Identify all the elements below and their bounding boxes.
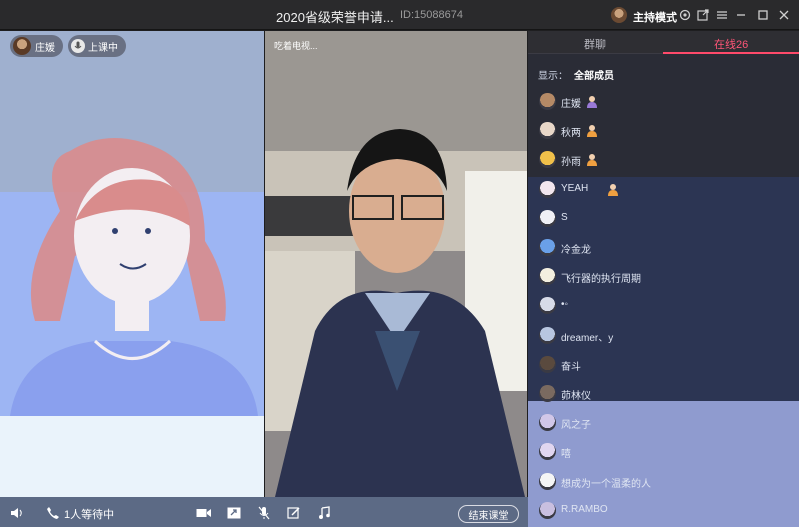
teacher-video-panel[interactable]: 庄媛 上课中 bbox=[0, 31, 264, 497]
close-icon[interactable] bbox=[776, 7, 792, 23]
avatar bbox=[539, 180, 556, 198]
avatar bbox=[539, 122, 556, 140]
member-name: 嘻 bbox=[561, 449, 571, 461]
active-tab-indicator bbox=[663, 52, 799, 54]
member-row[interactable]: dreamer、y bbox=[528, 321, 799, 350]
member-row[interactable]: 飞行器的执行周期 bbox=[528, 262, 799, 291]
member-name: 茆林仪 bbox=[561, 391, 591, 402]
avatar bbox=[539, 501, 556, 519]
member-row[interactable]: 秋两 bbox=[528, 116, 799, 145]
member-name: YEAH bbox=[561, 182, 589, 194]
student-video-panel[interactable]: 吃着电视... bbox=[265, 31, 527, 497]
member-row[interactable]: 风之子 bbox=[528, 408, 799, 437]
avatar bbox=[539, 414, 556, 432]
student-role-icon bbox=[586, 124, 598, 138]
settings-icon[interactable] bbox=[677, 7, 693, 23]
member-name: 风之子 bbox=[561, 420, 591, 432]
screen-share-icon[interactable] bbox=[226, 505, 242, 521]
end-class-button[interactable]: 结束课堂 bbox=[458, 505, 519, 523]
whiteboard-icon[interactable] bbox=[286, 505, 302, 521]
member-sidebar: 群聊 在线26 显示： 全部成员 庄媛秋两孙雨 YEAH S 冷金龙飞行器的执行周期 •◦… bbox=[528, 31, 799, 527]
member-row[interactable]: 庄媛 bbox=[528, 87, 799, 116]
minimize-icon[interactable] bbox=[733, 7, 749, 23]
member-row[interactable]: 冷金龙 bbox=[528, 233, 799, 262]
maximize-icon[interactable] bbox=[755, 7, 771, 23]
class-status-badge: 上课中 bbox=[68, 35, 126, 57]
window-title: 2020省级荣誉申请... bbox=[276, 10, 394, 25]
member-row[interactable]: •◦ bbox=[528, 291, 799, 320]
title-bar: 2020省级荣誉申请... ID:15088674 主持模式 bbox=[0, 0, 799, 30]
mic-icon bbox=[71, 39, 85, 53]
camera-icon[interactable] bbox=[196, 505, 212, 521]
member-row[interactable]: 想成为一个温柔的人 bbox=[528, 467, 799, 496]
member-row[interactable]: S bbox=[528, 204, 799, 233]
tab-online[interactable]: 在线26 bbox=[714, 36, 748, 52]
sidebar-tabs: 群聊 在线26 bbox=[528, 31, 799, 54]
member-row[interactable]: R.RAMBO bbox=[528, 496, 799, 525]
student-role-icon bbox=[607, 183, 619, 196]
member-filter[interactable]: 显示： 全部成员 bbox=[538, 67, 614, 82]
avatar bbox=[539, 385, 556, 402]
host-mode-button[interactable]: 主持模式 bbox=[633, 9, 677, 25]
music-icon[interactable] bbox=[316, 505, 332, 521]
avatar bbox=[539, 151, 556, 169]
volume-icon[interactable] bbox=[9, 505, 25, 521]
member-name: dreamer、y bbox=[561, 332, 614, 344]
avatar bbox=[539, 355, 556, 373]
avatar bbox=[539, 297, 556, 315]
member-name: •◦ bbox=[561, 299, 569, 311]
host-avatar bbox=[611, 7, 627, 23]
avatar bbox=[539, 93, 556, 110]
class-status-label: 上课中 bbox=[88, 42, 118, 54]
member-row[interactable]: 奋斗 bbox=[528, 350, 799, 379]
filter-value: 全部成员 bbox=[574, 71, 614, 82]
member-name: 秋两 bbox=[561, 128, 581, 140]
member-name: R.RAMBO bbox=[561, 503, 608, 515]
room-id: ID:15088674 bbox=[400, 9, 463, 21]
share-icon[interactable] bbox=[695, 7, 711, 23]
avatar bbox=[13, 37, 31, 55]
member-name: 孙雨 bbox=[561, 157, 581, 169]
tab-group-chat[interactable]: 群聊 bbox=[584, 36, 606, 52]
avatar bbox=[539, 239, 556, 256]
student-video-label: 吃着电视... bbox=[274, 41, 318, 51]
menu-icon[interactable] bbox=[714, 7, 730, 23]
member-name: 奋斗 bbox=[561, 361, 581, 373]
phone-icon[interactable] bbox=[45, 505, 61, 521]
member-row[interactable]: YEAH bbox=[528, 175, 799, 204]
teacher-name-badge: 庄媛 bbox=[10, 35, 63, 57]
classroom-window: 2020省级荣誉申请... ID:15088674 主持模式 庄媛 上课中 吃着… bbox=[0, 0, 799, 527]
member-row[interactable]: 嘻 bbox=[528, 437, 799, 466]
avatar bbox=[539, 443, 556, 461]
avatar bbox=[539, 268, 556, 286]
member-name: 飞行器的执行周期 bbox=[561, 274, 641, 286]
waiting-count[interactable]: 1人等待中 bbox=[64, 506, 114, 522]
member-name: 庄媛 bbox=[561, 99, 581, 110]
member-row[interactable]: 孙雨 bbox=[528, 145, 799, 174]
teacher-role-icon bbox=[586, 95, 598, 108]
student-role-icon bbox=[586, 153, 598, 167]
member-name: S bbox=[561, 211, 568, 223]
teacher-avatar-illustration bbox=[10, 137, 258, 416]
member-row[interactable]: 茆林仪 bbox=[528, 379, 799, 408]
avatar bbox=[539, 326, 556, 344]
student-video-feed bbox=[265, 31, 527, 497]
member-name: 冷金龙 bbox=[561, 245, 591, 256]
member-name: 想成为一个温柔的人 bbox=[561, 478, 651, 490]
avatar bbox=[539, 209, 556, 227]
teacher-name: 庄媛 bbox=[35, 42, 55, 54]
avatar bbox=[539, 472, 556, 490]
filter-label: 显示： bbox=[538, 71, 568, 82]
mic-icon[interactable] bbox=[256, 505, 272, 521]
